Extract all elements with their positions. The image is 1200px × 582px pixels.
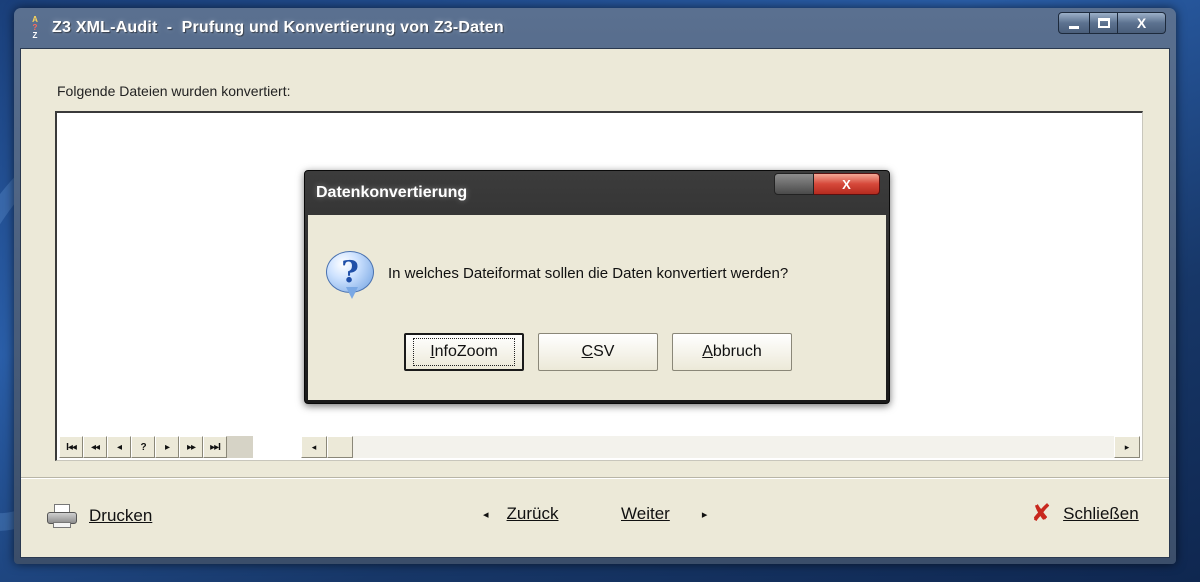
scroll-left-button[interactable]: ◂ xyxy=(301,436,327,458)
dialog-body: ? In welches Dateiformat sollen die Date… xyxy=(308,215,886,400)
csv-label: CSV xyxy=(581,343,615,360)
app-icon: A ? Z xyxy=(28,16,42,40)
minimize-button[interactable] xyxy=(1058,12,1090,34)
bottom-toolbar: Drucken ◂ Zurück Weiter ▸ ✘ Schließen xyxy=(21,477,1169,557)
nav-help-button[interactable]: ? xyxy=(131,436,155,458)
csv-button[interactable]: CSV xyxy=(538,333,658,371)
nav-first-button[interactable]: I◂◂ xyxy=(59,436,83,458)
printer-icon xyxy=(47,504,77,528)
maximize-button[interactable] xyxy=(1090,12,1118,34)
nav-separator xyxy=(227,436,253,458)
red-x-icon: ✘ xyxy=(1031,500,1052,527)
arrow-left-icon: ◂ xyxy=(483,508,489,521)
maximize-icon xyxy=(1097,18,1110,28)
abort-button[interactable]: Abbruch xyxy=(672,333,792,371)
dialog-window-controls: X xyxy=(774,173,880,195)
conversion-dialog: Datenkonvertierung X ? In welches Dateif… xyxy=(304,170,890,404)
dialog-title: Datenkonvertierung xyxy=(316,184,468,201)
next-label: Weiter xyxy=(621,504,670,523)
scroll-thumb[interactable] xyxy=(327,436,353,458)
arrow-right-icon: ▸ xyxy=(701,508,708,521)
window-controls: X xyxy=(1058,12,1166,34)
back-button[interactable]: ◂ Zurück xyxy=(483,504,559,524)
close-app-button[interactable]: ✘ Schließen xyxy=(1031,500,1139,527)
close-window-button[interactable]: X xyxy=(1118,12,1166,34)
dialog-message: In welches Dateiformat sollen die Daten … xyxy=(388,265,789,282)
back-label: Zurück xyxy=(506,504,559,523)
app-icon-letter-bottom: Z xyxy=(32,31,38,40)
print-label: Drucken xyxy=(89,506,153,525)
dialog-minimize-button[interactable] xyxy=(774,173,814,195)
close-icon: X xyxy=(842,176,851,192)
dialog-titlebar[interactable]: Datenkonvertierung X xyxy=(308,171,886,215)
scroll-right-button[interactable]: ▸ xyxy=(1114,436,1140,458)
infozoom-button[interactable]: InfoZoom xyxy=(404,333,524,371)
horizontal-scrollbar[interactable]: ◂ ▸ xyxy=(301,436,1140,458)
nav-last-button[interactable]: ▸▸I xyxy=(203,436,227,458)
nav-next-page-button[interactable]: ▸▸ xyxy=(179,436,203,458)
window-title: Z3 XML-Audit - Prufung und Konvertierung… xyxy=(52,19,504,36)
next-button[interactable]: Weiter ▸ xyxy=(621,504,707,524)
print-button[interactable]: Drucken xyxy=(47,504,152,528)
nav-prev-button[interactable]: ◂ xyxy=(107,436,131,458)
dialog-close-button[interactable]: X xyxy=(814,173,880,195)
record-navigator: I◂◂ ◂◂ ◂ ? ▸ ▸▸ ▸▸I xyxy=(59,436,253,458)
infozoom-label: InfoZoom xyxy=(413,338,515,366)
nav-prev-page-button[interactable]: ◂◂ xyxy=(83,436,107,458)
question-icon: ? xyxy=(326,251,378,299)
converted-files-label: Folgende Dateien wurden konvertiert: xyxy=(57,83,291,99)
minimize-icon xyxy=(1069,25,1079,29)
main-titlebar[interactable]: A ? Z Z3 XML-Audit - Prufung und Konvert… xyxy=(20,8,1170,48)
nav-next-button[interactable]: ▸ xyxy=(155,436,179,458)
abort-label: Abbruch xyxy=(702,343,762,360)
close-label: Schließen xyxy=(1063,504,1139,523)
close-icon: X xyxy=(1136,15,1147,31)
